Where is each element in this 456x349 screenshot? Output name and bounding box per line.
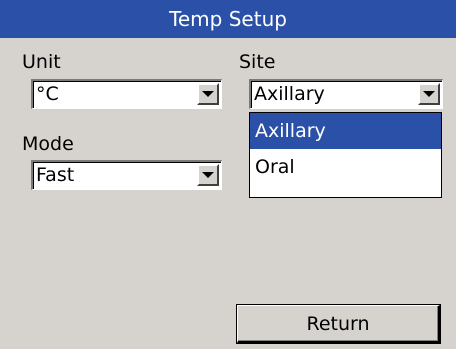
- title-bar: Temp Setup: [0, 0, 456, 38]
- unit-select[interactable]: °C: [31, 79, 222, 109]
- site-label: Site: [239, 51, 276, 73]
- site-option-oral[interactable]: Oral: [250, 149, 441, 185]
- mode-select[interactable]: Fast: [31, 160, 222, 190]
- chevron-down-icon: [202, 91, 214, 97]
- site-select[interactable]: Axillary: [249, 79, 443, 109]
- mode-value: Fast: [36, 164, 75, 186]
- mode-label: Mode: [22, 133, 74, 155]
- site-dropdown-button[interactable]: [418, 83, 440, 105]
- site-dropdown-list: Axillary Oral: [249, 112, 442, 198]
- chevron-down-icon: [202, 172, 214, 178]
- unit-dropdown-button[interactable]: [197, 83, 219, 105]
- site-option-axillary[interactable]: Axillary: [250, 113, 441, 149]
- unit-label: Unit: [22, 51, 61, 73]
- site-value: Axillary: [254, 83, 325, 105]
- chevron-down-icon: [423, 91, 435, 97]
- return-button[interactable]: Return: [237, 305, 440, 343]
- unit-value: °C: [36, 83, 59, 105]
- mode-dropdown-button[interactable]: [197, 164, 219, 186]
- window-title: Temp Setup: [169, 7, 287, 31]
